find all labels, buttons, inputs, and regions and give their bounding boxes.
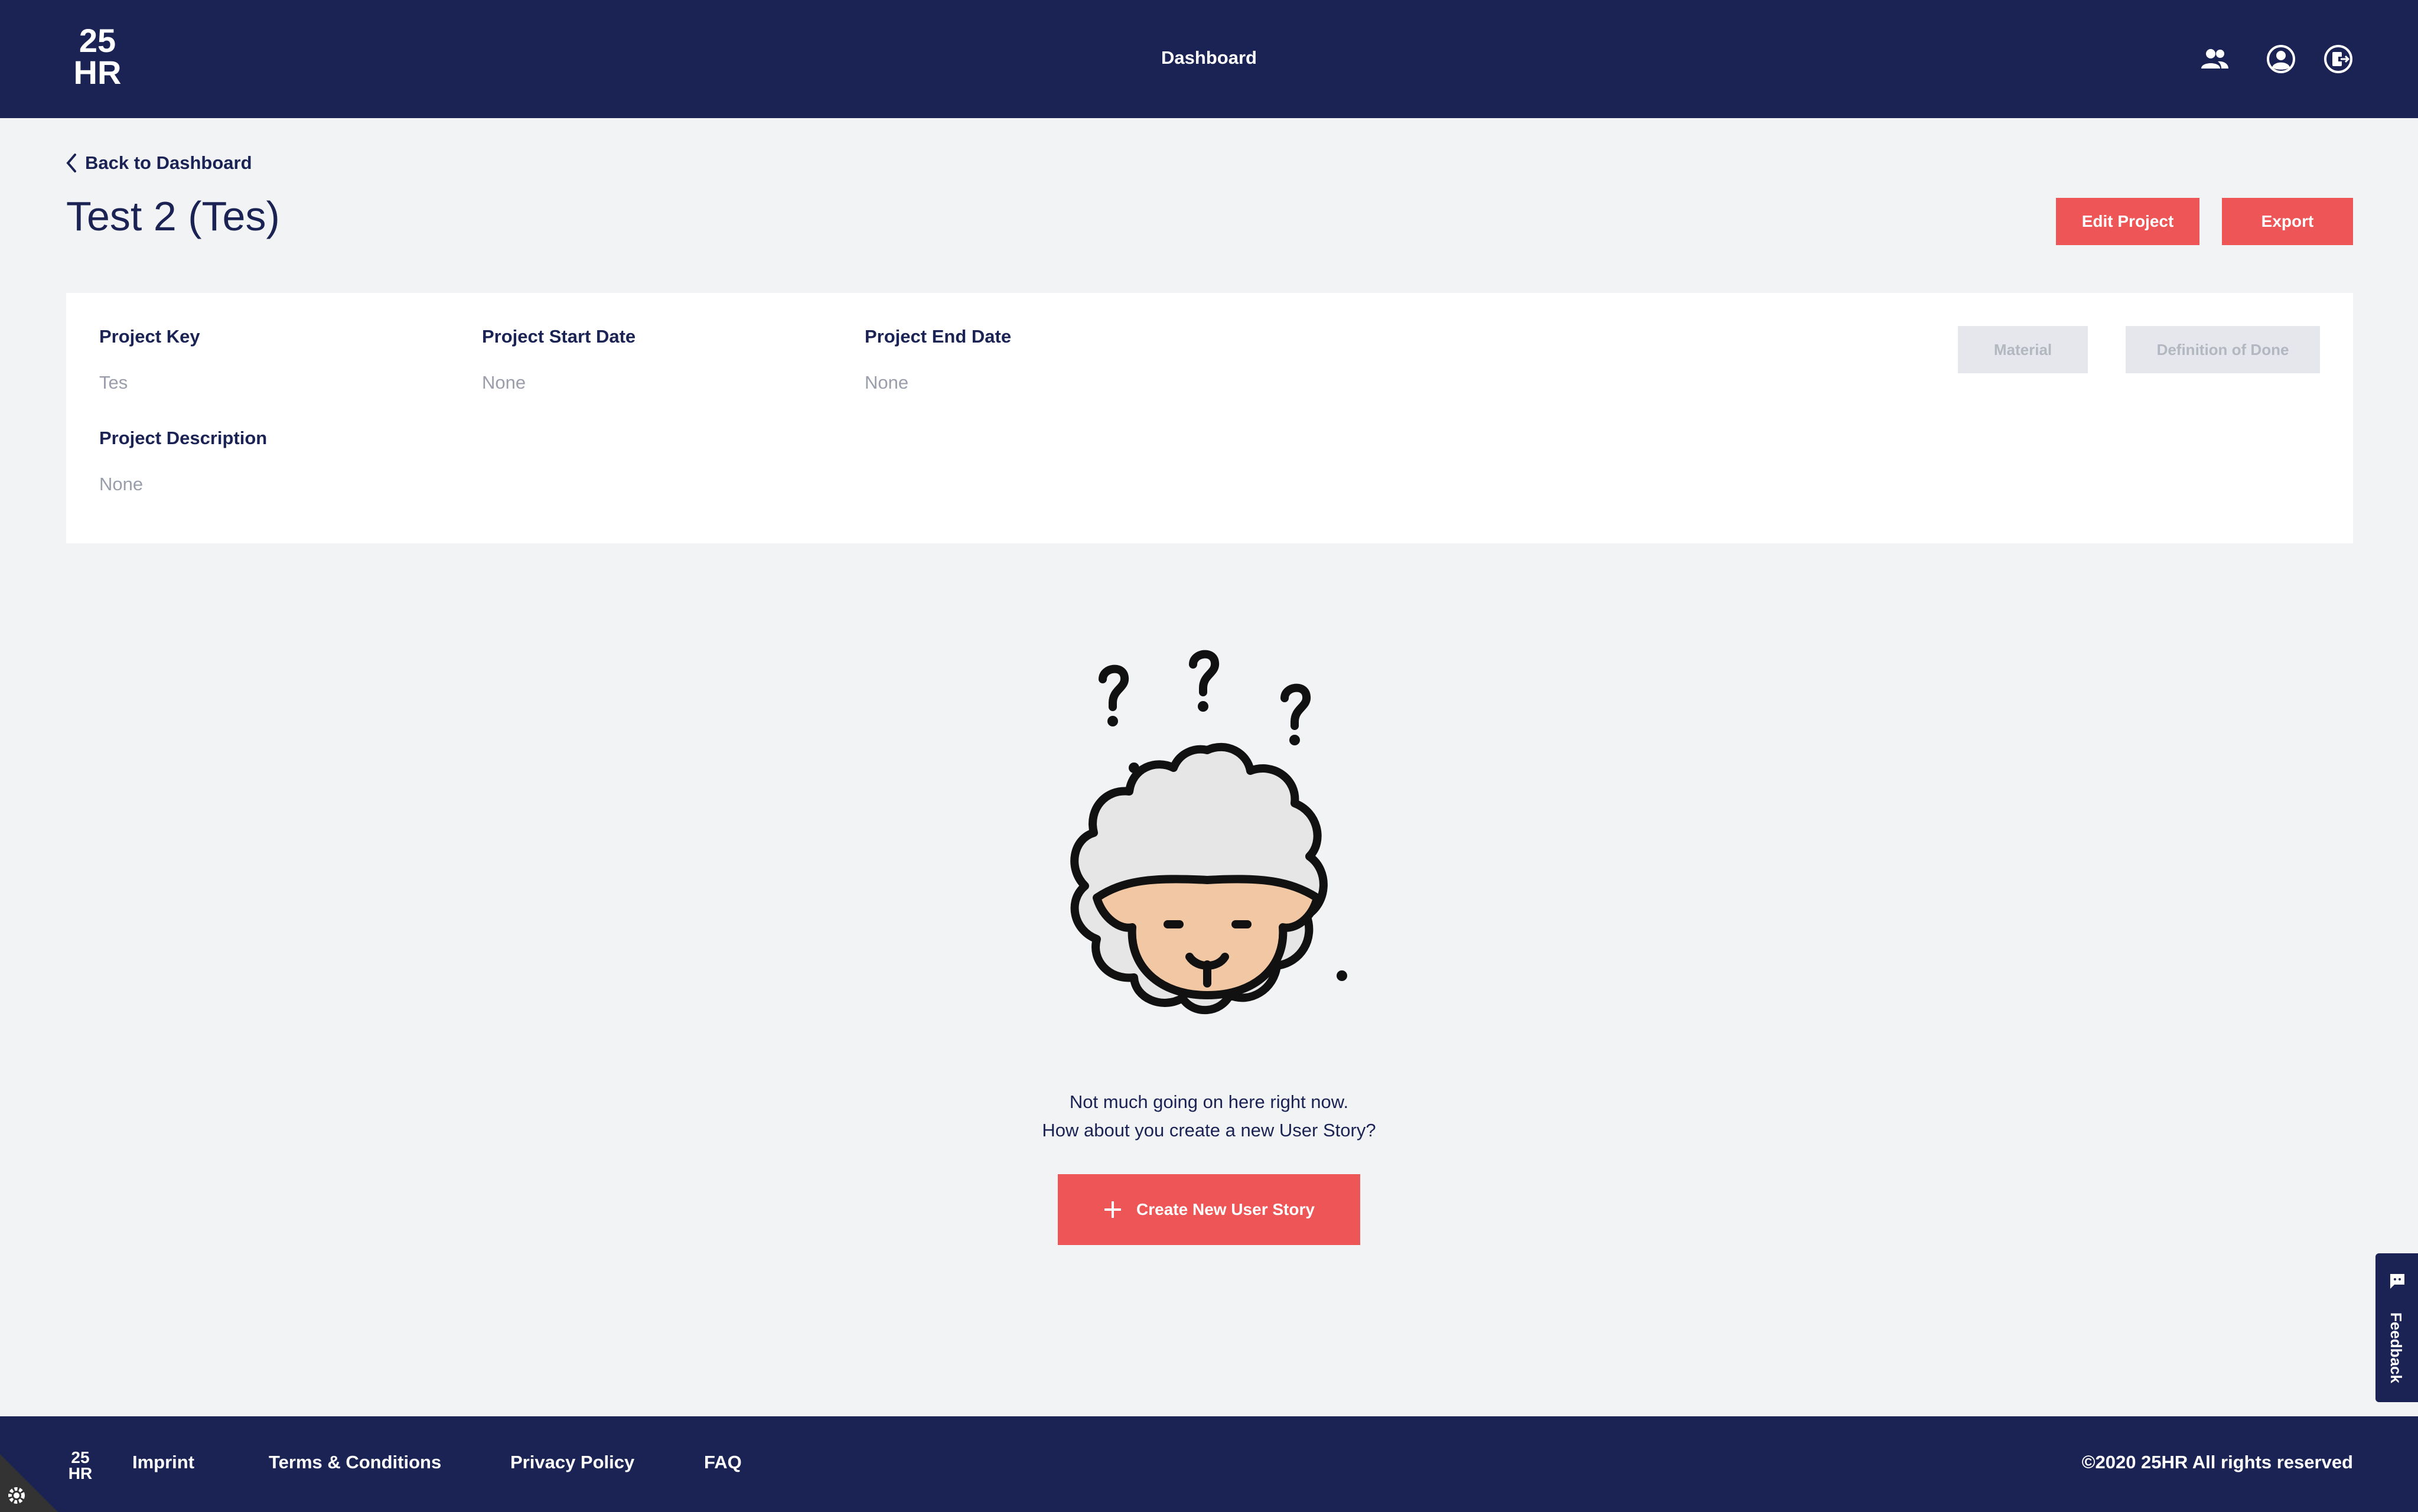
create-button-label: Create New User Story: [1136, 1200, 1315, 1218]
project-start-date-label: Project Start Date: [482, 326, 636, 347]
chevron-left-icon: [66, 154, 76, 172]
footer: 25 HR Imprint Terms & Conditions Privacy…: [0, 1416, 2418, 1512]
footer-link-faq[interactable]: FAQ: [704, 1452, 742, 1473]
footer-link-terms[interactable]: Terms & Conditions: [269, 1452, 441, 1473]
logo-top: 25: [79, 22, 116, 59]
export-button[interactable]: Export: [2222, 198, 2353, 245]
plus-icon: [1104, 1201, 1122, 1218]
back-to-dashboard-link[interactable]: Back to Dashboard: [66, 151, 252, 175]
project-description-label: Project Description: [99, 428, 268, 448]
material-button[interactable]: Material: [1958, 326, 2088, 373]
footer-logo-top: 25: [71, 1448, 90, 1467]
page-title: Test 2 (Tes): [66, 193, 280, 239]
account-icon[interactable]: [2263, 41, 2299, 77]
footer-link-imprint[interactable]: Imprint: [132, 1452, 194, 1473]
confused-sheep-illustration: [1070, 650, 1347, 1015]
copyright-text: ©2020 25HR All rights reserved: [2081, 1452, 2353, 1472]
empty-state-message: Not much going on here right now. How ab…: [914, 1088, 1504, 1145]
definition-of-done-button[interactable]: Definition of Done: [2126, 326, 2320, 373]
top-navbar: 25 HR Dashboard: [0, 0, 2418, 118]
project-key-value: Tes: [99, 372, 128, 393]
project-end-date-label: Project End Date: [865, 326, 1012, 347]
create-new-user-story-button[interactable]: Create New User Story: [1058, 1174, 1360, 1245]
empty-state-line-2: How about you create a new User Story?: [1042, 1120, 1376, 1140]
project-description-value: None: [99, 474, 144, 494]
team-icon[interactable]: [2197, 41, 2233, 77]
feedback-label: Feedback: [2387, 1312, 2405, 1383]
logo-bottom: HR: [73, 54, 122, 91]
feedback-tab[interactable]: Feedback: [2375, 1253, 2418, 1402]
back-link-label: Back to Dashboard: [85, 152, 252, 173]
footer-logo[interactable]: 25 HR: [66, 1448, 94, 1482]
project-info-card: Project Key Tes Project Start Date None …: [66, 293, 2353, 543]
empty-state-line-1: Not much going on here right now.: [1069, 1091, 1349, 1112]
footer-link-privacy[interactable]: Privacy Policy: [510, 1452, 634, 1473]
edit-project-button[interactable]: Edit Project: [2056, 198, 2199, 245]
project-key-label: Project Key: [99, 326, 200, 347]
chat-icon: [2390, 1274, 2404, 1289]
header-title: Dashboard: [1161, 47, 1257, 68]
app-logo[interactable]: 25 HR: [68, 22, 127, 91]
project-end-date-value: None: [865, 372, 909, 393]
footer-logo-bottom: HR: [68, 1464, 93, 1482]
logout-icon[interactable]: [2321, 41, 2356, 77]
project-start-date-value: None: [482, 372, 526, 393]
settings-corner[interactable]: [0, 1454, 58, 1512]
